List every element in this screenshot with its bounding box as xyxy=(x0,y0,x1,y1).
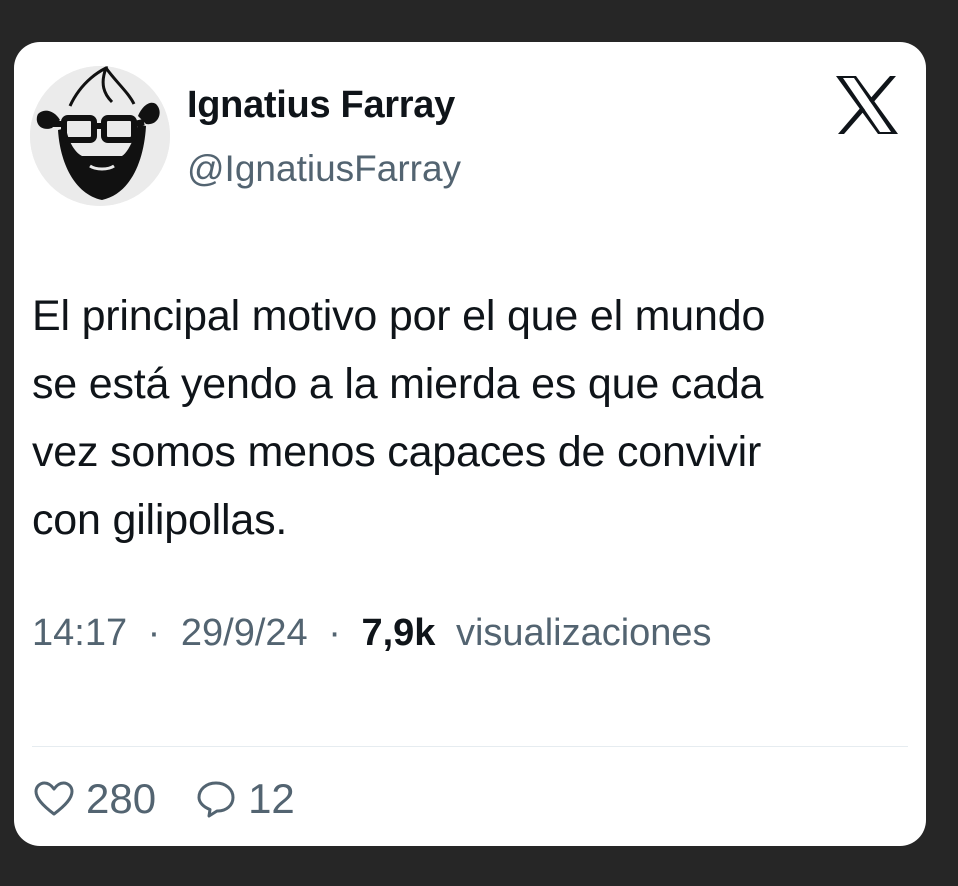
tweet-text-line: El principal motivo por el que el mundo xyxy=(32,292,766,340)
bearded-man-with-glasses-icon xyxy=(30,66,170,206)
separator-dot: · xyxy=(328,612,341,654)
tweet-card: Ignatius Farray @IgnatiusFarray El princ… xyxy=(14,42,926,846)
views-label: visualizaciones xyxy=(455,612,712,654)
tweet-time[interactable]: 14:17 xyxy=(32,612,127,654)
heart-icon xyxy=(34,781,74,816)
tweet-text-line: con gilipollas. xyxy=(32,496,288,544)
reply-button[interactable]: 12 xyxy=(196,775,295,823)
author-handle[interactable]: @IgnatiusFarray xyxy=(187,148,461,190)
divider xyxy=(32,746,908,747)
like-count: 280 xyxy=(86,775,157,822)
reply-count: 12 xyxy=(248,775,295,822)
tweet-date[interactable]: 29/9/24 xyxy=(181,612,308,654)
tweet-metadata: 14:17 · 29/9/24 · 7,9k visualizaciones xyxy=(32,612,712,655)
views-count: 7,9k xyxy=(361,612,436,654)
like-button[interactable]: 280 xyxy=(34,775,156,823)
avatar[interactable] xyxy=(30,66,170,206)
separator-dot: · xyxy=(147,612,161,654)
x-logo-icon[interactable] xyxy=(834,74,900,136)
tweet-text: El principal motivo por el que el mundo … xyxy=(32,282,902,554)
author-display-name[interactable]: Ignatius Farray xyxy=(187,84,455,127)
tweet-actions: 280 12 xyxy=(34,774,295,824)
tweet-text-line: se está yendo a la mierda es que cada xyxy=(32,360,764,408)
reply-bubble-icon xyxy=(197,781,235,818)
tweet-text-line: vez somos menos capaces de convivir xyxy=(32,428,762,476)
